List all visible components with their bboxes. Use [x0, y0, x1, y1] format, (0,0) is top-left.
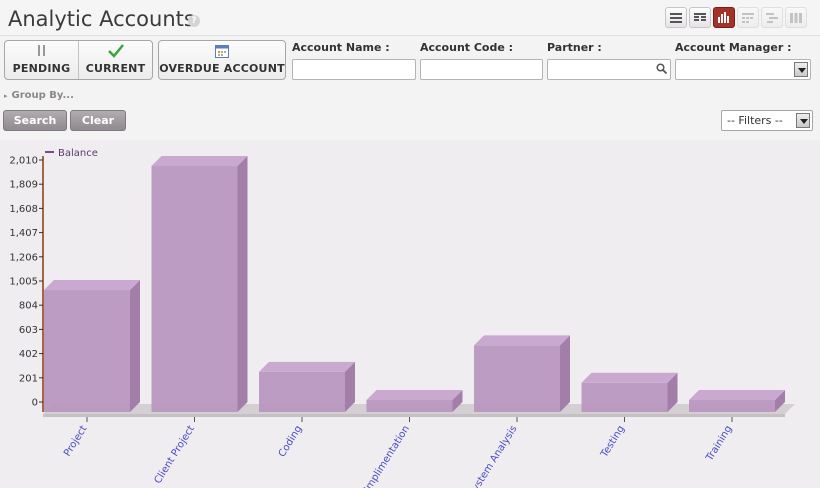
current-label: CURRENT: [85, 62, 146, 75]
graph-view-icon[interactable]: [713, 7, 735, 28]
balance-bar-chart: 0 201 402 603 804 1,005 1,206 1,407 1,608 1,809 2,…: [9, 148, 795, 488]
x-tick-label: Client Project: [153, 424, 198, 486]
bar-top: [259, 361, 355, 372]
chart-floor-edge: [43, 414, 785, 417]
partner-label: Partner :: [547, 41, 602, 54]
bar: [44, 290, 130, 412]
pending-label: PENDING: [12, 62, 71, 75]
legend-label: Balance: [58, 148, 98, 159]
bar-top: [581, 372, 678, 383]
bar-top: [689, 390, 785, 400]
bar-side: [237, 156, 248, 412]
bar-top: [44, 280, 140, 291]
bar: [581, 382, 668, 412]
search-icon[interactable]: [656, 63, 667, 74]
overdue-filter-group: OVERDUE ACCOUNT: [158, 40, 286, 80]
bar-side: [560, 335, 570, 412]
bar-top: [151, 156, 248, 167]
dropdown-arrow-icon[interactable]: [796, 113, 810, 128]
help-icon[interactable]: ?: [188, 15, 200, 27]
y-tick-label: 1,608: [9, 204, 38, 215]
y-tick-label: 1,005: [9, 277, 38, 288]
y-tick-label: 603: [19, 325, 38, 336]
overdue-account-label: OVERDUE ACCOUNT: [159, 62, 285, 75]
account-name-label: Account Name :: [292, 41, 390, 54]
account-code-label: Account Code :: [420, 41, 514, 54]
bar-top: [366, 390, 463, 400]
bar: [474, 345, 560, 412]
x-tick-label: Training: [704, 424, 735, 464]
bar: [151, 166, 238, 412]
gantt-view-icon: [761, 7, 783, 28]
y-tick-label: 1,809: [9, 180, 38, 191]
view-switcher: [665, 7, 807, 28]
dropdown-arrow-icon[interactable]: [794, 62, 808, 77]
bar: [689, 400, 775, 412]
x-tick-label: Coding: [277, 424, 305, 459]
y-tick-label: 0: [32, 398, 38, 409]
checkmark-icon: [107, 44, 124, 58]
account-code-input[interactable]: [420, 59, 543, 80]
list-view-icon[interactable]: [665, 7, 687, 28]
bar: [259, 371, 345, 412]
y-tick-label: 2,010: [9, 156, 38, 167]
state-filter-group: PENDING CURRENT: [4, 40, 153, 80]
y-tick-label: 201: [19, 373, 38, 384]
kanban-view-icon: [785, 7, 807, 28]
graph-panel: 0 201 402 603 804 1,005 1,206 1,407 1,608 1,809 2,…: [0, 140, 820, 488]
account-name-input[interactable]: [292, 59, 416, 80]
x-tick-label: Testing: [599, 424, 627, 460]
clear-button[interactable]: Clear: [70, 110, 126, 131]
page-header: Analytic Accounts ?: [0, 0, 820, 36]
pending-filter-button[interactable]: PENDING: [5, 41, 78, 79]
group-by-label: Group By...: [11, 90, 74, 101]
account-manager-select[interactable]: [675, 59, 811, 80]
x-tick-label: Implimentation: [362, 424, 412, 488]
y-tick-label: 1,407: [9, 228, 38, 239]
expand-triangle-icon: ▸: [4, 92, 8, 100]
group-by-toggle[interactable]: ▸ Group By...: [4, 90, 74, 101]
partner-input[interactable]: [547, 59, 671, 80]
pause-icon: [37, 45, 45, 56]
current-filter-button[interactable]: CURRENT: [78, 41, 152, 79]
form-view-icon[interactable]: [689, 7, 711, 28]
x-tick-label: System Analysis: [467, 424, 520, 488]
calendar-view-icon: [737, 7, 759, 28]
bar-side: [130, 280, 140, 412]
x-tick-label: Project: [62, 424, 90, 459]
y-tick-label: 1,206: [9, 252, 38, 263]
filters-select[interactable]: -- Filters --: [721, 110, 813, 131]
y-tick-label: 402: [19, 349, 38, 360]
bar-top: [474, 335, 570, 346]
filters-select-value: -- Filters --: [727, 114, 783, 127]
search-button[interactable]: Search: [3, 110, 67, 131]
overdue-account-filter-button[interactable]: OVERDUE ACCOUNT: [159, 41, 285, 79]
bar: [366, 400, 453, 412]
page-title: Analytic Accounts: [8, 7, 195, 31]
calendar-icon: [215, 45, 229, 58]
account-manager-label: Account Manager :: [675, 41, 792, 54]
y-tick-label: 804: [19, 301, 38, 312]
